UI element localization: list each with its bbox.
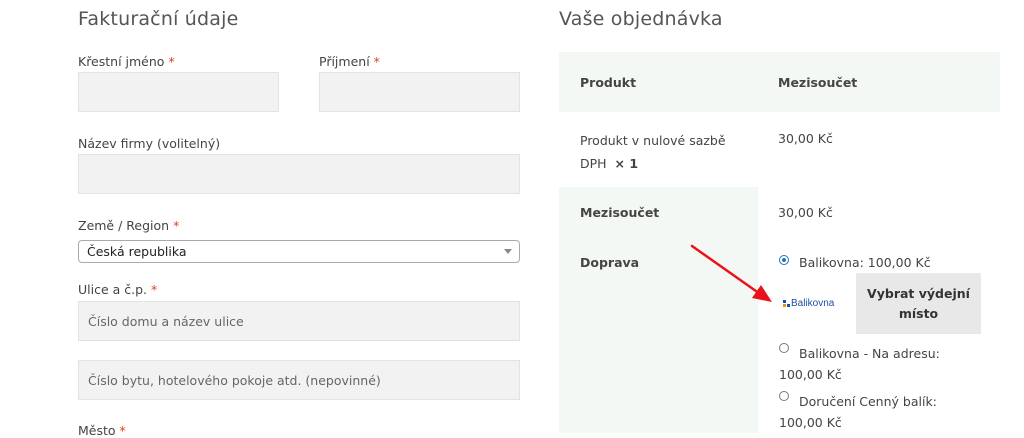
shipping-option-cenny-balik-label[interactable]: Doručení Cenný balík: 100,00 Kč <box>779 391 969 433</box>
shipping-label: Doprava <box>580 255 640 270</box>
required-mark: * <box>151 282 158 297</box>
first-name-label: Křestní jméno * <box>78 54 175 69</box>
pickup-button-line2: místo <box>898 305 939 321</box>
address2-placeholder: Číslo bytu, hotelového pokoje atd. (nepo… <box>88 372 381 388</box>
logo-square-icon <box>787 304 790 307</box>
company-field[interactable] <box>78 154 520 194</box>
col-product-header: Produkt <box>580 75 637 90</box>
arrow-shaft <box>690 244 765 298</box>
chevron-down-icon <box>504 249 512 254</box>
subtotal-value: 30,00 Kč <box>778 205 833 220</box>
company-label: Název firmy (volitelný) <box>78 136 221 151</box>
logo-text: Balikovna <box>791 298 835 309</box>
subtotal-label: Mezisoučet <box>580 205 660 220</box>
required-mark: * <box>119 423 126 438</box>
first-name-field[interactable] <box>78 72 279 112</box>
shipping-option-balikovna-label[interactable]: Balikovna: 100,00 Kč <box>799 255 931 270</box>
product-quantity: × 1 <box>614 156 639 171</box>
pickup-button-line1: Vybrat výdejní <box>867 285 970 301</box>
order-heading: Vaše objednávka <box>559 8 723 30</box>
last-name-field[interactable] <box>319 72 520 112</box>
product-name-line2: DPH × 1 <box>580 152 726 175</box>
last-name-label-text: Příjmení <box>319 54 370 69</box>
col-subtotal-header: Mezisoučet <box>778 75 858 90</box>
arrow-head <box>752 285 772 302</box>
required-mark: * <box>373 54 380 69</box>
logo-square-icon <box>783 300 786 303</box>
select-pickup-point-button[interactable]: Vybrat výdejní místo <box>856 273 981 334</box>
shipping-option-cenny-balik-line1: Doručení Cenný balík: <box>799 394 937 409</box>
required-mark: * <box>173 218 180 233</box>
country-select[interactable]: Česká republika <box>78 240 520 263</box>
address2-field[interactable]: Číslo bytu, hotelového pokoje atd. (nepo… <box>78 360 520 400</box>
billing-heading: Fakturační údaje <box>78 8 239 30</box>
street-label-text: Ulice a č.p. <box>78 282 148 297</box>
product-name: Produkt v nulové sazbě DPH × 1 <box>580 129 726 175</box>
shipping-option-na-adresu-line1: Balikovna - Na adresu: <box>799 346 940 361</box>
address1-placeholder: Číslo domu a název ulice <box>88 313 244 329</box>
order-footer-labels-bg <box>559 187 758 433</box>
product-name-line1: Produkt v nulové sazbě <box>580 133 726 148</box>
street-label: Ulice a č.p. * <box>78 282 157 297</box>
address1-field[interactable]: Číslo domu a název ulice <box>78 301 520 341</box>
shipping-option-na-adresu-line2: 100,00 Kč <box>779 367 842 382</box>
country-label: Země / Region * <box>78 218 179 233</box>
last-name-label: Příjmení * <box>319 54 380 69</box>
first-name-label-text: Křestní jméno <box>78 54 165 69</box>
product-price: 30,00 Kč <box>778 131 833 146</box>
required-mark: * <box>168 54 175 69</box>
shipping-option-cenny-balik-line2: 100,00 Kč <box>779 415 842 430</box>
product-name-line2-text: DPH <box>580 156 607 171</box>
country-label-text: Země / Region <box>78 218 170 233</box>
country-select-value: Česká republika <box>87 244 187 259</box>
city-label: Město * <box>78 423 126 438</box>
city-label-text: Město <box>78 423 116 438</box>
annotation-arrow-icon <box>690 244 772 302</box>
shipping-option-na-adresu-label[interactable]: Balikovna - Na adresu: 100,00 Kč <box>779 343 969 385</box>
balikovna-logo: Balikovna <box>783 298 845 312</box>
shipping-radio-balikovna[interactable] <box>779 255 789 265</box>
logo-square-icon <box>783 304 786 307</box>
